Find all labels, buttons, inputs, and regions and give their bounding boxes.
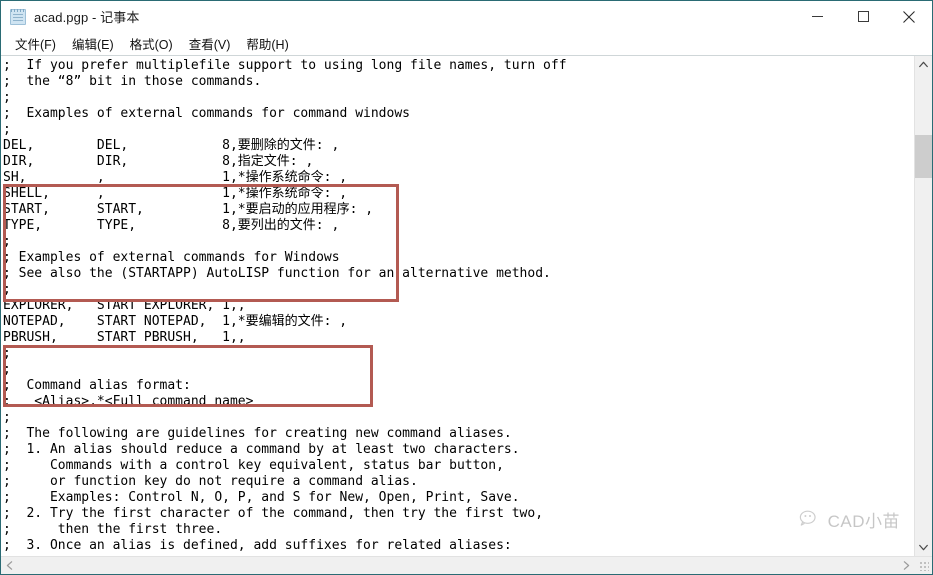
text-editor[interactable]: ; If you prefer multiplefile support to …	[1, 56, 914, 556]
text-line: ;	[3, 410, 11, 425]
menu-item-view[interactable]: 查看(V)	[181, 32, 239, 56]
text-line: ; Examples of external commands for comm…	[3, 106, 410, 121]
window-controls	[794, 1, 932, 32]
menu-item-help[interactable]: 帮助(H)	[238, 32, 296, 56]
text-line: ;	[3, 282, 11, 297]
text-line: ; or function key do not require a comma…	[3, 474, 418, 489]
text-line: ;	[3, 122, 11, 137]
window-title: acad.pgp - 记事本	[34, 10, 140, 25]
text-line: ;	[3, 90, 11, 105]
text-line: ; Examples: Control N, O, P, and S for N…	[3, 490, 520, 505]
text-line: ; If you prefer multiplefile support to …	[3, 58, 567, 73]
text-line: ; Commands with a control key equivalent…	[3, 458, 504, 473]
text-line: SHELL, , 1,*操作系统命令: ,	[3, 186, 348, 201]
text-line: EXPLORER, START EXPLORER, 1,,	[3, 298, 246, 313]
text-line: ; the “8” bit in those commands.	[3, 74, 262, 89]
menu-bar: 文件(F) 编辑(E) 格式(O) 查看(V) 帮助(H)	[1, 33, 932, 56]
resize-grip[interactable]	[915, 557, 932, 574]
scroll-down-button[interactable]	[915, 539, 932, 556]
vertical-scroll-track[interactable]	[915, 73, 932, 539]
text-line: DEL, DEL, 8,要删除的文件: ,	[3, 138, 340, 153]
scroll-right-button[interactable]	[898, 557, 915, 574]
bottom-bar	[1, 556, 932, 574]
text-line: ;	[3, 346, 11, 361]
maximize-button[interactable]	[840, 1, 886, 32]
text-line: ; then the first three.	[3, 522, 223, 537]
text-line: ; Command alias format:	[3, 378, 191, 393]
text-line: ; Examples of external commands for Wind…	[3, 250, 340, 265]
scroll-up-button[interactable]	[915, 56, 932, 73]
text-line: ; See also the (STARTAPP) AutoLISP funct…	[3, 266, 551, 281]
vertical-scroll-thumb[interactable]	[915, 135, 932, 178]
title-bar[interactable]: acad.pgp - 记事本	[1, 1, 932, 33]
menu-item-file[interactable]: 文件(F)	[7, 32, 64, 56]
notepad-window: acad.pgp - 记事本 文件(F) 编辑(E) 格式(O) 查看(V) 帮…	[0, 0, 933, 575]
text-content: ; If you prefer multiplefile support to …	[1, 58, 914, 554]
close-button[interactable]	[886, 1, 932, 32]
editor-area: ; If you prefer multiplefile support to …	[1, 56, 932, 556]
text-line: ; 2. Try the first character of the comm…	[3, 506, 544, 521]
scroll-left-button[interactable]	[1, 557, 18, 574]
text-line: START, START, 1,*要启动的应用程序: ,	[3, 202, 374, 217]
text-line: ; 3. Once an alias is defined, add suffi…	[3, 538, 512, 553]
text-line: ;	[3, 234, 11, 249]
menu-item-edit[interactable]: 编辑(E)	[64, 32, 122, 56]
horizontal-scrollbar[interactable]	[1, 556, 932, 574]
text-line: NOTEPAD, START NOTEPAD, 1,*要编辑的文件: ,	[3, 314, 348, 329]
notepad-icon	[10, 8, 26, 25]
text-line: ; 1. An alias should reduce a command by…	[3, 442, 520, 457]
vertical-scrollbar[interactable]	[914, 56, 932, 556]
horizontal-scroll-track[interactable]	[18, 557, 898, 574]
text-line: PBRUSH, START PBRUSH, 1,,	[3, 330, 246, 345]
text-line: SH, , 1,*操作系统命令: ,	[3, 170, 348, 185]
text-line: TYPE, TYPE, 8,要列出的文件: ,	[3, 218, 340, 233]
text-line: DIR, DIR, 8,指定文件: ,	[3, 154, 314, 169]
text-line: ; The following are guidelines for creat…	[3, 426, 512, 441]
menu-item-format[interactable]: 格式(O)	[122, 32, 181, 56]
text-line: ;	[3, 362, 11, 377]
text-line: ; <Alias>,*<Full command name>	[3, 394, 254, 409]
minimize-button[interactable]	[794, 1, 840, 32]
